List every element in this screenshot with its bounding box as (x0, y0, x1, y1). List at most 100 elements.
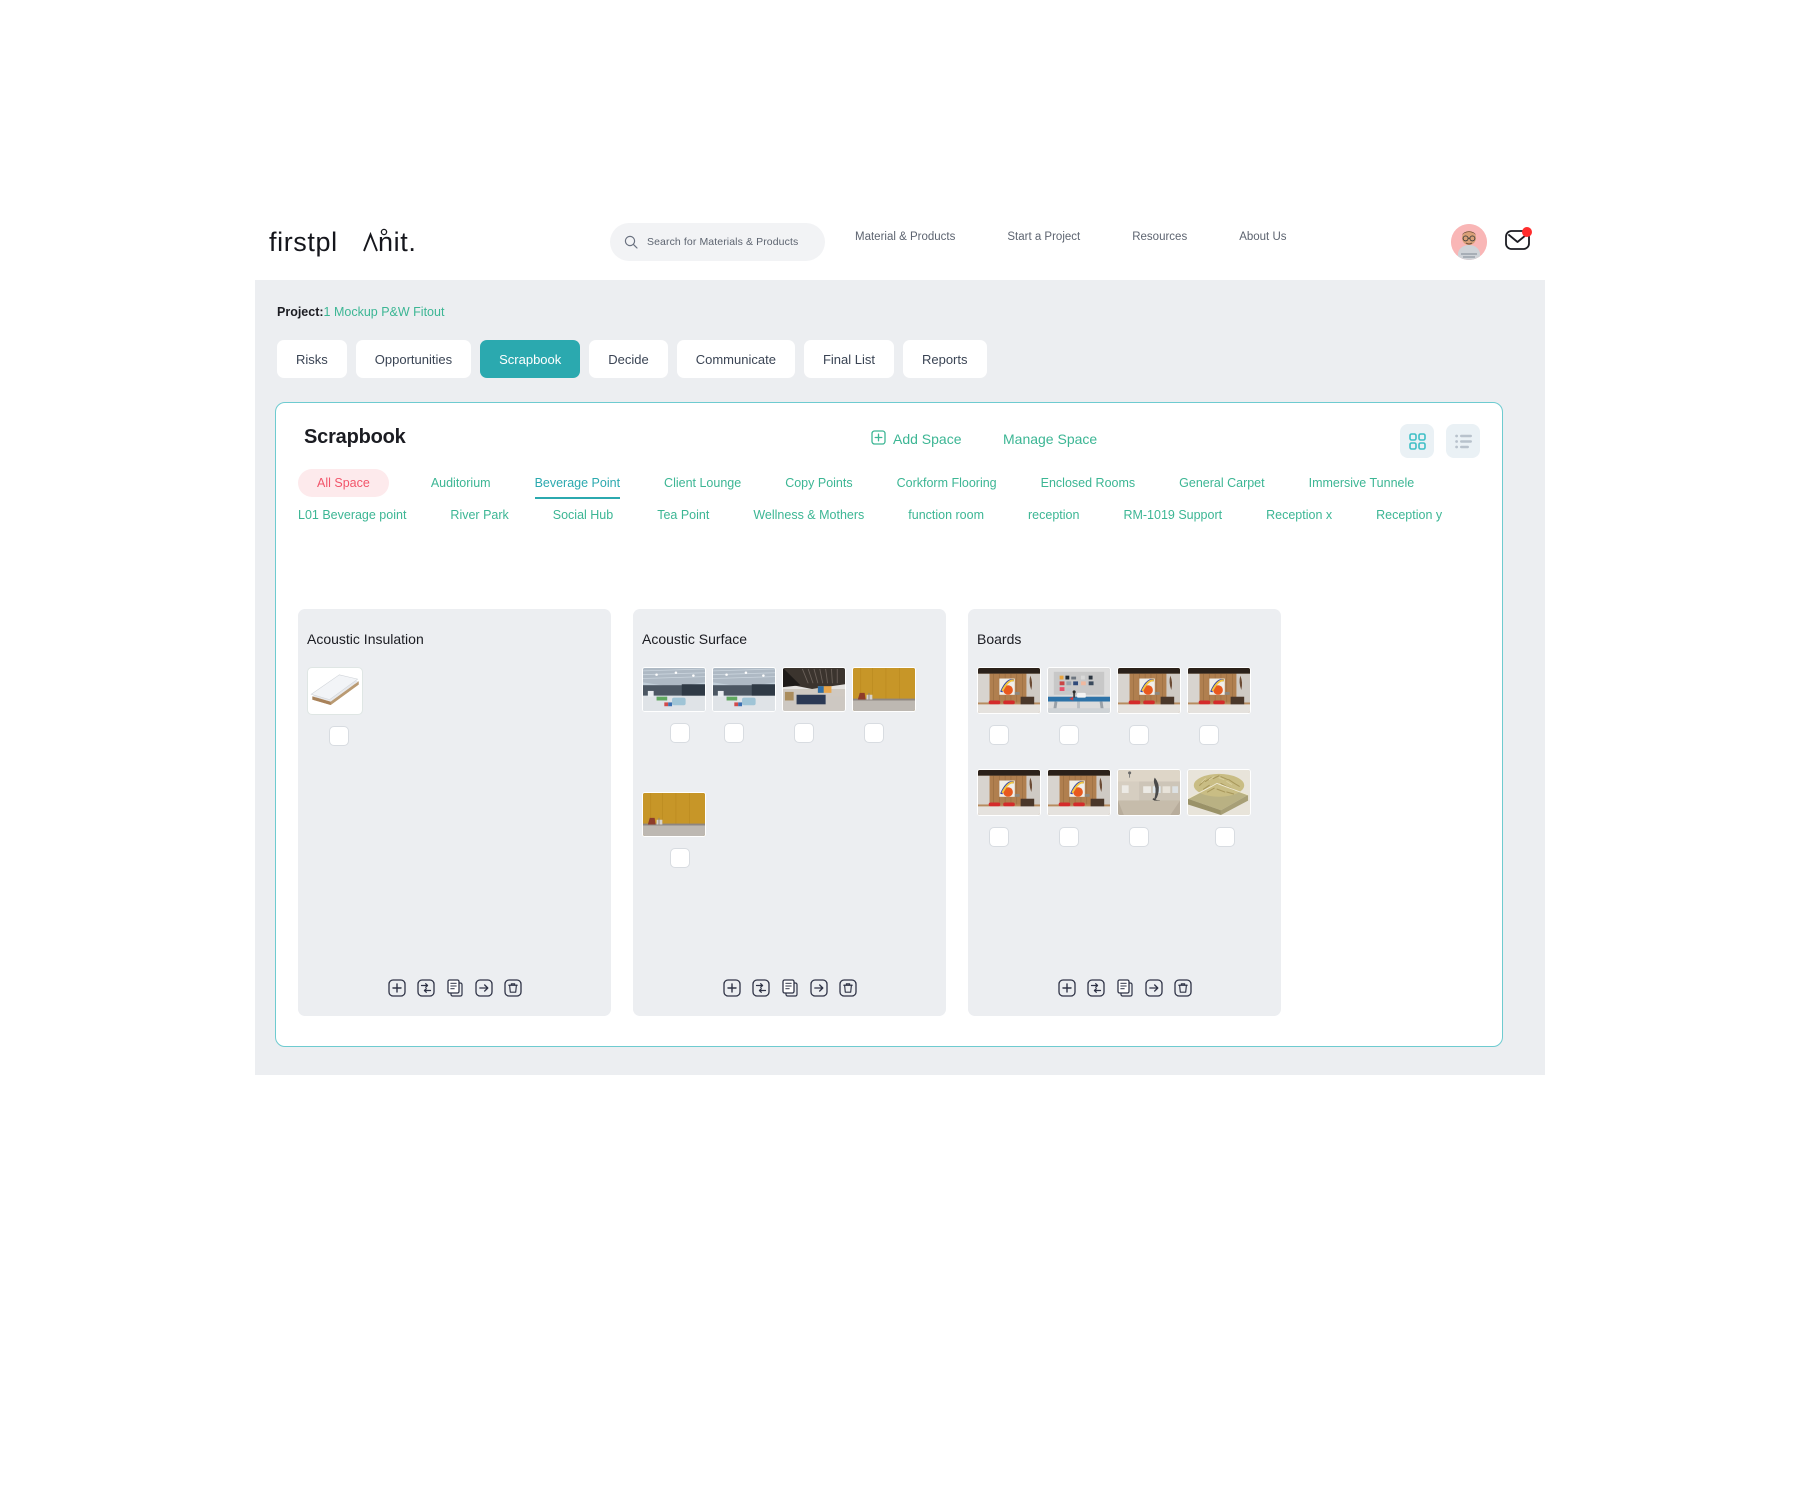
card-delete-button[interactable] (838, 978, 858, 998)
tab-scrapbook[interactable]: Scrapbook (480, 340, 581, 378)
card-copy-button[interactable] (1115, 978, 1135, 998)
messages-button[interactable] (1505, 227, 1537, 257)
space-chip-auditorium[interactable]: Auditorium (431, 467, 491, 499)
card-delete-button[interactable] (503, 978, 523, 998)
tab-final-list[interactable]: Final List (803, 340, 894, 378)
dark-baffle-ceiling-image (783, 668, 845, 711)
timber-room-artwork-image (978, 770, 1040, 815)
card-copy-button[interactable] (445, 978, 465, 998)
trash-icon (503, 979, 522, 997)
thumbnail-insulation-board[interactable] (307, 667, 363, 715)
search-input[interactable]: Search for Materials & Products (610, 223, 825, 261)
space-chip-client-lounge[interactable]: Client Lounge (664, 467, 741, 499)
card-move-button[interactable] (1144, 978, 1164, 998)
tab-opportunities[interactable]: Opportunities (355, 340, 472, 378)
space-chip-function-room[interactable]: function room (908, 499, 984, 531)
card-swap-button[interactable] (416, 978, 436, 998)
space-chip-tea-point[interactable]: Tea Point (657, 499, 709, 531)
nav-item-material-products[interactable]: Material & Products (855, 231, 955, 243)
copy-icon (446, 979, 463, 997)
grid-view-button[interactable] (1400, 424, 1434, 458)
space-chip-l01-beverage-point[interactable]: L01 Beverage point (298, 499, 406, 531)
thumbnail-checkbox[interactable] (724, 723, 744, 743)
thumbnail-gallery-interior[interactable] (1117, 769, 1181, 816)
manage-space-button[interactable]: Manage Space (1003, 431, 1097, 447)
nav-item-about-us[interactable]: About Us (1239, 231, 1286, 243)
space-chip-enclosed-rooms[interactable]: Enclosed Rooms (1041, 467, 1136, 499)
space-chip-all-space[interactable]: All Space (298, 469, 389, 497)
list-view-button[interactable] (1446, 424, 1480, 458)
thumbnail-checkbox[interactable] (329, 726, 349, 746)
thumbnail-ochre-wall-panel[interactable] (852, 667, 916, 712)
card-swap-button[interactable] (751, 978, 771, 998)
tab-decide[interactable]: Decide (589, 340, 668, 378)
card-delete-button[interactable] (1173, 978, 1193, 998)
card-swap-button[interactable] (1086, 978, 1106, 998)
space-chip-rm-1019-support[interactable]: RM-1019 Support (1123, 499, 1222, 531)
space-chip-copy-points[interactable]: Copy Points (785, 467, 852, 499)
space-chip-river-park[interactable]: River Park (450, 499, 508, 531)
space-chip-reception[interactable]: reception (1028, 499, 1079, 531)
space-chip-wellness-mothers[interactable]: Wellness & Mothers (753, 499, 864, 531)
space-chip-immersive-tunnele[interactable]: Immersive Tunnele (1309, 467, 1415, 499)
copy-icon (781, 979, 798, 997)
thumbnail-ochre-wall-panel[interactable] (642, 792, 706, 837)
space-chip-beverage-point[interactable]: Beverage Point (534, 467, 621, 499)
thumbnail-checkbox[interactable] (670, 848, 690, 868)
category-card-boards: Boards (968, 609, 1281, 1016)
thumbnail-pinboard-desk[interactable] (1047, 667, 1111, 714)
thumbnail-checkbox[interactable] (794, 723, 814, 743)
thumbnail-checkbox[interactable] (1129, 827, 1149, 847)
add-space-button[interactable]: Add Space (871, 430, 962, 448)
nav-item-resources[interactable]: Resources (1132, 231, 1187, 243)
tab-risks[interactable]: Risks (277, 340, 347, 378)
card-copy-button[interactable] (780, 978, 800, 998)
thumbnail-checkbox[interactable] (989, 827, 1009, 847)
thumbnail-office-ceiling-blue[interactable] (642, 667, 706, 712)
space-chip-social-hub[interactable]: Social Hub (553, 499, 613, 531)
thumbnail-cell (712, 667, 781, 743)
card-add-button[interactable] (1057, 978, 1077, 998)
thumbnail-cell (782, 667, 851, 743)
space-chip-corkform-flooring[interactable]: Corkform Flooring (897, 467, 997, 499)
thumbnail-timber-room-artwork[interactable] (1047, 769, 1111, 816)
thumbnail-cell (1047, 769, 1116, 847)
thumbnail-checkbox[interactable] (1199, 725, 1219, 745)
thumbnail-dark-baffle-ceiling[interactable] (782, 667, 846, 712)
thumbnail-checkbox[interactable] (1059, 827, 1079, 847)
thumbnail-grid (642, 667, 938, 879)
nav-item-start-a-project[interactable]: Start a Project (1007, 231, 1080, 243)
card-move-button[interactable] (809, 978, 829, 998)
thumbnail-checkbox[interactable] (989, 725, 1009, 745)
card-add-button[interactable] (387, 978, 407, 998)
thumbnail-cell (977, 769, 1046, 847)
category-card-acoustic-insulation: Acoustic Insulation (298, 609, 611, 1016)
brand-logo[interactable]: firstpl nit. (269, 225, 437, 266)
thumbnail-straw-material[interactable] (1187, 769, 1251, 816)
card-add-button[interactable] (722, 978, 742, 998)
thumbnail-cell (1117, 667, 1186, 745)
space-chip-reception-x[interactable]: Reception x (1266, 499, 1332, 531)
thumbnail-checkbox[interactable] (1059, 725, 1079, 745)
thumbnail-timber-room-artwork[interactable] (1187, 667, 1251, 714)
space-chip-reception-y[interactable]: Reception y (1376, 499, 1442, 531)
avatar[interactable] (1451, 224, 1487, 260)
project-name[interactable]: 1 Mockup P&W Fitout (324, 305, 445, 319)
thumbnail-timber-room-artwork[interactable] (977, 667, 1041, 714)
thumbnail-timber-room-artwork[interactable] (977, 769, 1041, 816)
thumbnail-checkbox[interactable] (670, 723, 690, 743)
thumbnail-timber-room-artwork[interactable] (1117, 667, 1181, 714)
thumbnail-cell (642, 792, 711, 868)
thumbnail-office-ceiling-blue[interactable] (712, 667, 776, 712)
tab-communicate[interactable]: Communicate (676, 340, 795, 378)
plus-square-icon (387, 979, 406, 997)
search-placeholder: Search for Materials & Products (647, 236, 799, 248)
space-chip-general-carpet[interactable]: General Carpet (1179, 467, 1264, 499)
thumbnail-checkbox[interactable] (864, 723, 884, 743)
search-icon (624, 235, 638, 249)
thumbnail-checkbox[interactable] (1215, 827, 1235, 847)
tab-reports[interactable]: Reports (902, 340, 987, 378)
card-move-button[interactable] (474, 978, 494, 998)
thumbnail-checkbox[interactable] (1129, 725, 1149, 745)
card-title: Acoustic Insulation (307, 631, 424, 647)
